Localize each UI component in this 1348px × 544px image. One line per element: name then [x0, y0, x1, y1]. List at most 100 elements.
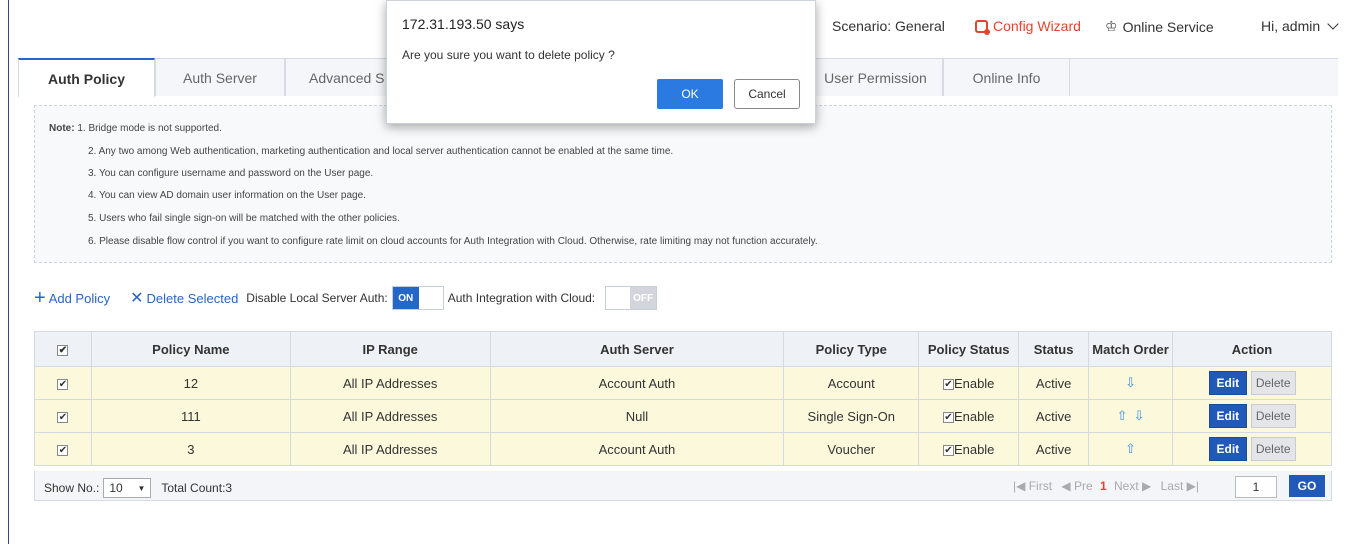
edit-button[interactable]: Edit	[1208, 437, 1248, 461]
tab-auth-server[interactable]: Auth Server	[155, 58, 285, 96]
next-page-link[interactable]: Next ▶	[1114, 479, 1151, 493]
match-order-cell: ⇧	[1088, 432, 1174, 466]
enable-checkbox[interactable]: ✔	[942, 411, 954, 423]
cloud-auth-toggle[interactable]: OFF	[605, 286, 658, 310]
enable-label: Enable	[953, 375, 995, 391]
edit-button[interactable]: Edit	[1208, 404, 1248, 428]
delete-selected-button[interactable]: ✕ Delete Selected	[130, 288, 238, 308]
pagination-bar: Show No.: 10 ▼ Total Count:3 |◀ First ◀ …	[34, 471, 1332, 501]
tab-user-permission[interactable]: User Permission	[808, 58, 943, 96]
row-checkbox[interactable]: ✔	[57, 378, 69, 390]
ip-range-cell: All IP Addresses	[289, 399, 491, 433]
total-count: Total Count:3	[161, 481, 233, 495]
tab-online-info[interactable]: Online Info	[943, 58, 1070, 96]
col-match-order: Match Order	[1088, 331, 1174, 367]
delete-button[interactable]: Delete	[1250, 371, 1296, 395]
support-person-icon: ♔	[1105, 18, 1118, 34]
dropdown-arrow-icon: ▼	[137, 483, 146, 493]
policy-table: ✔ Policy Name IP Range Auth Server Polic…	[34, 331, 1332, 466]
toggle-on-text: ON	[392, 287, 419, 309]
select-all-checkbox[interactable]: ✔	[57, 344, 69, 356]
col-policy-type: Policy Type	[783, 331, 920, 367]
disable-local-auth-label: Disable Local Server Auth:	[246, 291, 388, 305]
next-page-icon: ▶	[1142, 479, 1152, 493]
enable-label: Enable	[953, 408, 995, 424]
row-checkbox[interactable]: ✔	[57, 411, 69, 423]
policy-name-cell: 111	[90, 399, 291, 433]
prev-page-link[interactable]: ◀ Pre	[1061, 479, 1092, 493]
col-status: Status	[1018, 331, 1090, 367]
enable-checkbox[interactable]: ✔	[942, 378, 954, 390]
note-label: Note:	[49, 123, 75, 134]
col-policy-status: Policy Status	[918, 331, 1020, 367]
col-ip-range: IP Range	[289, 331, 491, 367]
select-all-header[interactable]: ✔	[34, 331, 92, 367]
go-button[interactable]: GO	[1289, 475, 1325, 497]
add-policy-button[interactable]: + Add Policy	[34, 287, 111, 309]
online-service-link[interactable]: ♔ Online Service	[1105, 18, 1214, 35]
disable-local-auth-toggle[interactable]: ON	[391, 286, 444, 310]
config-wizard-label: Config Wizard	[993, 18, 1081, 34]
arrow-up-icon[interactable]: ⇧	[1117, 408, 1128, 424]
action-cell: Edit Delete	[1172, 432, 1332, 466]
add-policy-label: Add Policy	[48, 290, 111, 306]
page-size-select[interactable]: 10 ▼	[103, 478, 152, 498]
tab-bar-fill	[1070, 58, 1338, 96]
config-wizard-link[interactable]: Config Wizard	[975, 18, 1081, 35]
last-page-link[interactable]: Last ▶|	[1161, 479, 1199, 493]
arrow-down-icon[interactable]: ⇩	[1125, 375, 1136, 391]
enable-label: Enable	[953, 441, 995, 457]
policy-type-cell: Account	[783, 366, 920, 400]
row-checkbox[interactable]: ✔	[57, 444, 69, 456]
policy-name-cell: 3	[90, 432, 291, 466]
arrow-down-icon[interactable]: ⇩	[1134, 408, 1145, 424]
close-icon: ✕	[130, 290, 144, 307]
delete-button[interactable]: Delete	[1250, 404, 1296, 428]
edit-button[interactable]: Edit	[1208, 371, 1248, 395]
col-auth-server: Auth Server	[489, 331, 785, 367]
table-row: ✔ 12 All IP Addresses Account Auth Accou…	[34, 366, 1332, 400]
dialog-message: Are you sure you want to delete policy ?	[402, 48, 615, 62]
status-cell: Active	[1018, 399, 1090, 433]
note-line-3: 3. You can configure username and passwo…	[88, 168, 374, 179]
match-order-cell: ⇧ ⇩	[1088, 399, 1174, 433]
policy-status-cell: ✔Enable	[918, 366, 1020, 400]
ip-range-cell: All IP Addresses	[289, 366, 491, 400]
toggle-off-text: OFF	[630, 287, 657, 309]
col-action: Action	[1172, 331, 1332, 367]
table-row: ✔ 3 All IP Addresses Account Auth Vouche…	[34, 432, 1332, 466]
cancel-button[interactable]: Cancel	[734, 79, 800, 109]
row-select-cell: ✔	[34, 432, 92, 466]
first-page-icon: |◀	[1013, 479, 1026, 493]
ok-button[interactable]: OK	[657, 79, 723, 109]
policy-status-cell: ✔Enable	[918, 399, 1020, 433]
policy-type-cell: Single Sign-On	[783, 399, 920, 433]
first-page-link[interactable]: |◀ First	[1013, 479, 1052, 493]
auth-server-cell: Account Auth	[489, 366, 785, 400]
match-order-cell: ⇩	[1088, 366, 1174, 400]
tab-auth-policy[interactable]: Auth Policy	[18, 58, 155, 97]
page-number-input[interactable]: 1	[1235, 476, 1277, 498]
scenario-label: Scenario: General	[832, 18, 945, 34]
status-cell: Active	[1018, 366, 1090, 400]
delete-button[interactable]: Delete	[1250, 437, 1296, 461]
auth-server-cell: Account Auth	[489, 432, 785, 466]
plus-icon: +	[34, 287, 46, 309]
ip-range-cell: All IP Addresses	[289, 432, 491, 466]
action-cell: Edit Delete	[1172, 366, 1332, 400]
note-line-5: 5. Users who fail single sign-on will be…	[88, 213, 400, 224]
page-navigation: |◀ First ◀ Pre 1 Next ▶ Last ▶|	[1013, 479, 1199, 493]
current-page: 1	[1099, 479, 1107, 493]
policy-status-cell: ✔Enable	[918, 432, 1020, 466]
last-page-icon: ▶|	[1186, 479, 1200, 493]
note-box: Note: 1. Bridge mode is not supported. 2…	[34, 105, 1332, 263]
enable-checkbox[interactable]: ✔	[942, 444, 954, 456]
status-cell: Active	[1018, 432, 1090, 466]
show-no-label: Show No.:	[44, 481, 100, 495]
prev-page-icon: ◀	[1061, 479, 1071, 493]
note-line-2: 2. Any two among Web authentication, mar…	[88, 146, 674, 157]
arrow-up-icon[interactable]: ⇧	[1125, 441, 1136, 457]
policy-type-cell: Voucher	[783, 432, 920, 466]
tab-advanced-settings[interactable]: Advanced S	[285, 58, 395, 96]
user-menu[interactable]: Hi, admin	[1261, 18, 1339, 34]
